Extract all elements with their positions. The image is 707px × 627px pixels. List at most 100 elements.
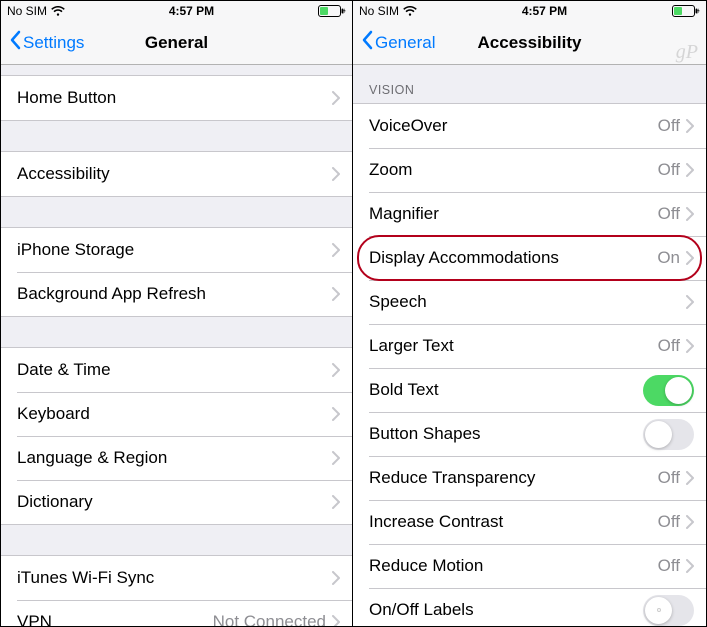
row-label: Reduce Motion [369,556,658,576]
nav-bar: General Accessibility [353,21,706,65]
chevron-right-icon [686,207,694,221]
settings-group: VoiceOverOffZoomOffMagnifierOffDisplay A… [353,103,706,626]
row-label: Larger Text [369,336,658,356]
chevron-right-icon [332,571,340,585]
row-label: Reduce Transparency [369,468,658,488]
row-value: Off [658,336,680,356]
settings-row[interactable]: Larger TextOff [353,324,706,368]
chevron-right-icon [332,495,340,509]
settings-group: Accessibility [1,151,352,197]
settings-row[interactable]: VoiceOverOff [353,104,706,148]
settings-row[interactable]: Accessibility [1,152,352,196]
settings-row[interactable]: MagnifierOff [353,192,706,236]
settings-row[interactable]: Background App Refresh [1,272,352,316]
settings-row[interactable]: ZoomOff [353,148,706,192]
chevron-right-icon [686,163,694,177]
settings-group: Date & Time Keyboard Language & Region Dict… [1,347,352,525]
settings-row[interactable]: Date & Time [1,348,352,392]
carrier-label: No SIM [7,4,47,18]
row-label: iTunes Wi-Fi Sync [17,568,332,588]
chevron-right-icon [686,471,694,485]
settings-row[interactable]: Button Shapes [353,412,706,456]
pane-general: No SIM 4:57 PM Settings General Home [1,1,353,626]
back-label: Settings [23,33,84,53]
chevron-right-icon [332,615,340,626]
settings-group: iTunes Wi-Fi Sync VPNNot Connected [1,555,352,626]
status-bar: No SIM 4:57 PM [353,1,706,21]
row-label: Accessibility [17,164,332,184]
chevron-right-icon [686,119,694,133]
toggle-switch[interactable] [643,419,694,450]
row-value: On [657,248,680,268]
row-value: Off [658,204,680,224]
chevron-right-icon [686,339,694,353]
status-time: 4:57 PM [169,4,214,18]
settings-group: Home Button [1,75,352,121]
settings-row[interactable]: Reduce TransparencyOff [353,456,706,500]
chevron-right-icon [686,515,694,529]
chevron-right-icon [332,167,340,181]
toggle-switch[interactable] [643,375,694,406]
row-value: Not Connected [213,612,326,626]
row-label: Display Accommodations [369,248,657,268]
chevron-right-icon [332,363,340,377]
battery-icon [672,5,700,17]
back-button[interactable]: Settings [9,30,84,55]
settings-row[interactable]: Reduce MotionOff [353,544,706,588]
row-label: Home Button [17,88,332,108]
settings-row[interactable]: iTunes Wi-Fi Sync [1,556,352,600]
chevron-right-icon [332,451,340,465]
settings-row[interactable]: Display AccommodationsOn [353,236,706,280]
settings-row[interactable]: VPNNot Connected [1,600,352,626]
row-label: VoiceOver [369,116,658,136]
settings-group: iPhone Storage Background App Refresh [1,227,352,317]
chevron-right-icon [332,91,340,105]
nav-bar: Settings General [1,21,352,65]
row-label: VPN [17,612,213,626]
status-time: 4:57 PM [522,4,567,18]
settings-row[interactable]: Increase ContrastOff [353,500,706,544]
row-value: Off [658,160,680,180]
wifi-icon [403,6,417,17]
toggle-switch[interactable] [643,595,694,626]
settings-row[interactable]: Keyboard [1,392,352,436]
row-label: Keyboard [17,404,332,424]
chevron-right-icon [332,243,340,257]
row-label: iPhone Storage [17,240,332,260]
content-general[interactable]: Home Button Accessibility iPhone Storage Ba… [1,65,352,626]
pane-accessibility: No SIM 4:57 PM General Accessibility [353,1,706,626]
section-header-vision: VISION [353,65,706,103]
settings-row[interactable]: On/Off Labels [353,588,706,626]
chevron-right-icon [686,251,694,265]
row-label: Background App Refresh [17,284,332,304]
row-label: Dictionary [17,492,332,512]
row-value: Off [658,116,680,136]
row-label: Zoom [369,160,658,180]
carrier-label: No SIM [359,4,399,18]
settings-row[interactable]: Home Button [1,76,352,120]
status-bar: No SIM 4:57 PM [1,1,352,21]
chevron-left-icon [361,30,373,55]
wifi-icon [51,6,65,17]
back-label: General [375,33,435,53]
chevron-right-icon [686,295,694,309]
settings-row[interactable]: iPhone Storage [1,228,352,272]
back-button[interactable]: General [361,30,435,55]
row-label: Language & Region [17,448,332,468]
row-label: Increase Contrast [369,512,658,532]
row-label: Button Shapes [369,424,643,444]
row-value: Off [658,468,680,488]
chevron-right-icon [686,559,694,573]
row-label: Date & Time [17,360,332,380]
row-value: Off [658,556,680,576]
settings-row[interactable]: Dictionary [1,480,352,524]
row-label: Bold Text [369,380,643,400]
settings-row[interactable]: Bold Text [353,368,706,412]
content-accessibility[interactable]: VISIONVoiceOverOffZoomOffMagnifierOffDis… [353,65,706,626]
chevron-left-icon [9,30,21,55]
settings-row[interactable]: Speech [353,280,706,324]
settings-row[interactable]: Language & Region [1,436,352,480]
battery-icon [318,5,346,17]
row-label: On/Off Labels [369,600,643,620]
chevron-right-icon [332,287,340,301]
